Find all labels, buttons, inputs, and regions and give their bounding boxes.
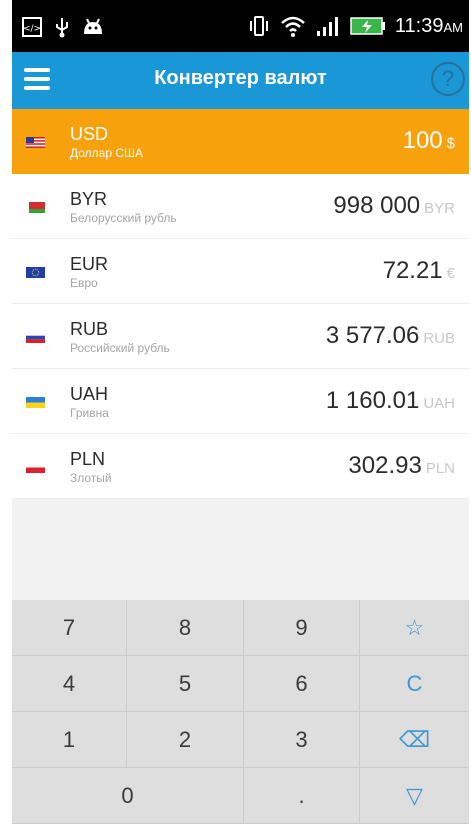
clear-button[interactable]: C <box>360 656 469 711</box>
currency-list: USD Доллар США 100 $ BYR Белорусский рубл… <box>12 109 469 499</box>
currency-row-rub[interactable]: RUB Российский рубль 3 577.06 RUB <box>12 304 469 369</box>
currency-amount: 3 577.06 RUB <box>326 322 455 350</box>
wifi-icon <box>281 16 305 37</box>
belarus-flag-icon <box>26 202 45 213</box>
currency-amount: 72.21 € <box>383 257 455 285</box>
status-time: 11:39AM <box>395 15 463 38</box>
currency-name: Доллар США <box>70 146 144 160</box>
eu-flag-icon <box>26 267 45 278</box>
clear-label: C <box>406 671 423 696</box>
currency-amount: 100 $ <box>403 127 455 155</box>
favorite-button[interactable]: ☆ <box>360 600 469 655</box>
amount-unit: € <box>446 265 455 282</box>
currency-amount: 1 160.01 UAH <box>326 387 455 415</box>
amount-unit: $ <box>446 135 455 152</box>
signal-icon <box>316 17 338 36</box>
amount-value: 302.93 <box>348 452 422 479</box>
numeric-keypad: 7 8 9 ☆ 4 5 6 C 1 2 3 ⌫ 0 . ▽ <box>12 600 469 824</box>
chevron-down-icon: ▽ <box>406 783 423 808</box>
usa-flag-icon <box>26 137 45 148</box>
screenshot-icon: </> <box>22 17 42 37</box>
amount-value: 3 577.06 <box>325 322 420 349</box>
status-bar: </> 11:39AM <box>12 0 469 52</box>
currency-name: Российский рубль <box>70 341 170 355</box>
currency-name: Белорусский рубль <box>70 211 177 225</box>
svg-text:</>: </> <box>23 24 41 34</box>
status-time-value: 11:39 <box>394 14 444 37</box>
app-bar: Конвертер валют ? <box>12 52 469 109</box>
key-1[interactable]: 1 <box>12 712 126 767</box>
status-icons-right: 11:39AM <box>247 13 463 39</box>
usb-icon <box>56 18 68 38</box>
key-6[interactable]: 6 <box>244 656 359 711</box>
key-4[interactable]: 4 <box>12 656 126 711</box>
device-frame: </> 11:39AM Конвертер валют ? USD Доллар… <box>0 0 471 824</box>
help-button[interactable]: ? <box>431 62 465 96</box>
screen: </> 11:39AM Конвертер валют ? USD Доллар… <box>12 0 469 824</box>
key-8[interactable]: 8 <box>127 600 243 655</box>
backspace-icon: ⌫ <box>398 727 431 752</box>
currency-row-pln[interactable]: PLN Злотый 302.93 PLN <box>12 434 469 499</box>
amount-unit: RUB <box>423 330 455 347</box>
currency-amount: 302.93 PLN <box>348 452 455 480</box>
battery-icon <box>350 17 385 35</box>
amount-value: 72.21 <box>382 257 443 284</box>
status-time-ampm: AM <box>443 19 464 35</box>
page-title: Конвертер валют <box>154 67 327 89</box>
currency-row-usd[interactable]: USD Доллар США 100 $ <box>12 109 469 174</box>
android-icon <box>84 18 102 34</box>
russia-flag-icon <box>26 332 45 343</box>
backspace-button[interactable]: ⌫ <box>360 712 469 767</box>
currency-name: Гривна <box>70 406 109 420</box>
amount-value: 1 160.01 <box>325 387 420 414</box>
amount-unit: PLN <box>425 460 455 477</box>
currency-name: Злотый <box>70 471 112 485</box>
status-icons-left: </> <box>22 16 104 38</box>
key-0[interactable]: 0 <box>12 768 243 823</box>
currency-row-uah[interactable]: UAH Гривна 1 160.01 UAH <box>12 369 469 434</box>
poland-flag-icon <box>26 462 45 473</box>
currency-code: USD <box>70 124 109 144</box>
currency-code: UAH <box>70 384 109 404</box>
amount-unit: BYR <box>424 200 455 217</box>
key-3[interactable]: 3 <box>244 712 359 767</box>
currency-amount: 998 000 BYR <box>333 192 455 220</box>
amount-value: 998 000 <box>333 192 421 219</box>
key-2[interactable]: 2 <box>127 712 243 767</box>
currency-row-eur[interactable]: EUR Евро 72.21 € <box>12 239 469 304</box>
vibrate-icon <box>249 16 268 36</box>
frame-left-border <box>0 0 12 824</box>
currency-row-byr[interactable]: BYR Белорусский рубль 998 000 BYR <box>12 174 469 239</box>
ukraine-flag-icon <box>26 397 45 408</box>
currency-code: BYR <box>70 189 108 209</box>
currency-code: PLN <box>70 449 106 469</box>
key-7[interactable]: 7 <box>12 600 126 655</box>
currency-name: Евро <box>70 276 98 290</box>
currency-code: EUR <box>70 254 109 274</box>
key-5[interactable]: 5 <box>127 656 243 711</box>
key-9[interactable]: 9 <box>244 600 359 655</box>
amount-value: 100 <box>402 127 443 154</box>
currency-code: RUB <box>70 319 109 339</box>
key-decimal[interactable]: . <box>244 768 359 823</box>
star-icon: ☆ <box>404 615 425 640</box>
more-button[interactable]: ▽ <box>360 768 469 823</box>
amount-unit: UAH <box>423 395 455 412</box>
